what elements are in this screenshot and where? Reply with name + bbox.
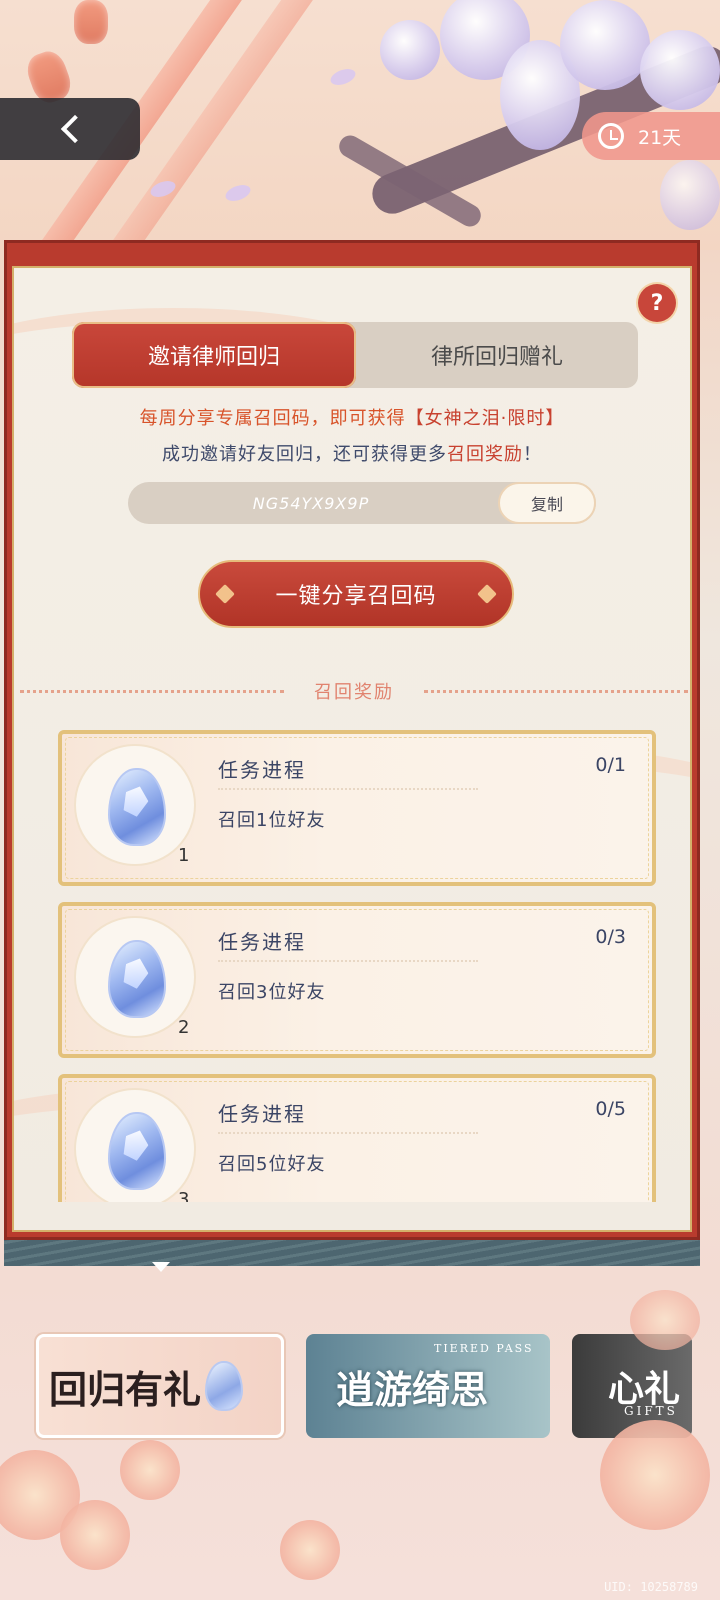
info-line-1-highlight: 【女神之泪·限时】 (405, 408, 565, 429)
tear-gem-icon (205, 1361, 244, 1411)
wisteria-flower (640, 30, 720, 110)
banner-tiered-pass[interactable]: TIERED PASS 逍游绮思 (306, 1334, 550, 1438)
tab-firm-return-gift[interactable]: 律所回归赠礼 (356, 322, 638, 388)
reward-icon-frame (76, 746, 194, 864)
task-progress: 0/5 (595, 1098, 626, 1120)
dotted-divider (218, 1132, 478, 1134)
petal-decoration (328, 65, 358, 89)
clock-icon (598, 123, 624, 149)
days-left-text: 21天 (638, 126, 682, 149)
dotted-divider (218, 960, 478, 962)
share-code-label: 一键分享召回码 (275, 584, 437, 609)
flower-decoration (600, 1420, 710, 1530)
copy-button[interactable]: 复制 (498, 482, 596, 524)
diamond-ornament-icon (215, 584, 235, 604)
flower-decoration (280, 1520, 340, 1580)
user-id-label: UID: 10258789 (604, 1580, 698, 1594)
lantern-decoration (74, 0, 108, 44)
back-button[interactable] (0, 98, 140, 160)
reward-count: 1 (178, 845, 190, 866)
flower-decoration (60, 1500, 130, 1570)
task-description: 召回3位好友 (218, 982, 326, 1003)
banner-subtitle: GIFTS (624, 1404, 678, 1418)
task-title: 任务进程 (218, 758, 306, 782)
info-line-2: 成功邀请好友回归，还可获得更多召回奖励！ (14, 440, 690, 466)
tab-bar: 邀请律师回归 律所回归赠礼 (72, 322, 638, 388)
info-line-1-text: 每周分享专属召回码，即可获得 (139, 408, 406, 429)
banner-title: 逍游绮思 (336, 1366, 489, 1412)
reward-count: 3 (178, 1189, 190, 1202)
info-line-1: 每周分享专属召回码，即可获得【女神之泪·限时】 (14, 404, 690, 430)
tab-invite-lawyer[interactable]: 邀请律师回归 (72, 322, 356, 388)
chevron-left-icon (60, 114, 90, 144)
reward-card: 2 任务进程 0/3 召回3位好友 (58, 902, 656, 1058)
dotted-divider (218, 788, 478, 790)
help-button[interactable]: ? (638, 284, 676, 322)
task-description: 召回1位好友 (218, 810, 326, 831)
dotted-divider (424, 689, 688, 693)
recall-code-text[interactable]: NG54YX9X9P (128, 482, 494, 524)
petal-decoration (223, 181, 253, 205)
banner-return-gift[interactable]: 回归有礼 (36, 1334, 284, 1438)
task-progress: 0/3 (595, 926, 626, 948)
reward-icon-frame (76, 918, 194, 1036)
task-title: 任务进程 (218, 930, 306, 954)
recall-code-field: NG54YX9X9P 复制 (128, 482, 596, 524)
reward-list[interactable]: 1 任务进程 0/1 召回1位好友 2 任务进程 0/3 召回3位好友 3 任务… (58, 730, 656, 1202)
share-code-button[interactable]: 一键分享召回码 (198, 560, 514, 628)
dotted-divider (20, 689, 284, 693)
event-timer-badge: 21天 (582, 112, 720, 160)
info-line-2-suffix: ！ (523, 444, 542, 465)
tear-gem-icon (108, 1112, 166, 1190)
task-description: 召回5位好友 (218, 1154, 326, 1175)
section-divider: 召回奖励 (20, 676, 688, 706)
banner-title: 回归有礼 (49, 1366, 202, 1412)
reward-card: 3 任务进程 0/5 召回5位好友 (58, 1074, 656, 1202)
recall-panel: ? 邀请律师回归 律所回归赠礼 每周分享专属召回码，即可获得【女神之泪·限时】 … (12, 266, 692, 1232)
flower-decoration (120, 1440, 180, 1500)
tear-gem-icon (108, 768, 166, 846)
banner-subtitle: TIERED PASS (434, 1342, 534, 1355)
diamond-ornament-icon (477, 584, 497, 604)
wisteria-flower (380, 20, 440, 80)
flower-decoration (630, 1290, 700, 1350)
info-line-2-highlight: 召回奖励 (447, 444, 523, 465)
info-line-2-text: 成功邀请好友回归，还可获得更多 (162, 444, 447, 465)
wisteria-flower (560, 0, 650, 90)
wisteria-flower (660, 160, 720, 230)
reward-icon-frame (76, 1090, 194, 1202)
carousel-indicator-icon (152, 1262, 170, 1272)
task-title: 任务进程 (218, 1102, 306, 1126)
tear-gem-icon (108, 940, 166, 1018)
section-title: 召回奖励 (314, 682, 394, 703)
reward-card: 1 任务进程 0/1 召回1位好友 (58, 730, 656, 886)
task-progress: 0/1 (595, 754, 626, 776)
reward-count: 2 (178, 1017, 190, 1038)
